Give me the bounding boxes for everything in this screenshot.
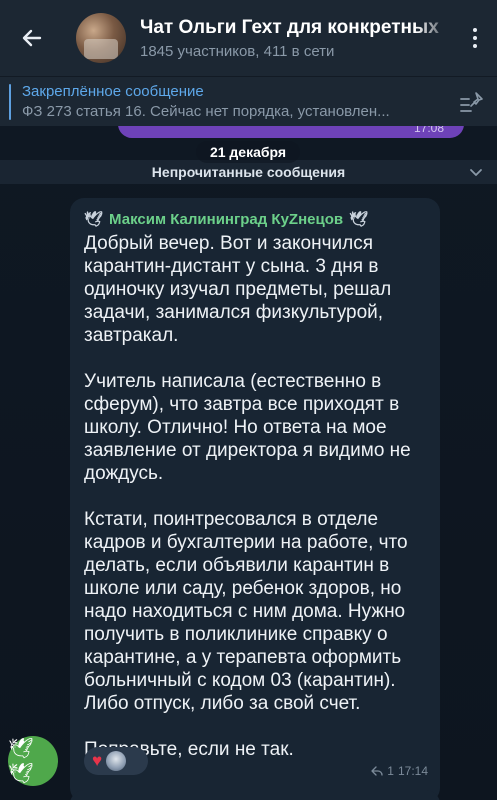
message-meta: 1 17:14 xyxy=(371,764,428,778)
reaction-chip[interactable]: ♥ xyxy=(84,747,148,775)
back-button[interactable] xyxy=(0,0,64,76)
chat-header: Чат Ольги Гехт для конкретных 1845 участ… xyxy=(0,0,497,76)
unread-messages-divider: Непрочитанные сообщения xyxy=(0,160,497,184)
pinned-content: Закреплённое сообщение ФЗ 273 статья 16.… xyxy=(22,83,442,120)
heart-icon: ♥ xyxy=(92,751,103,770)
chat-title: Чат Ольги Гехт для конкретных xyxy=(140,16,439,38)
reactor-avatar xyxy=(106,751,127,771)
sender-name: Максим Калининград КуZнецов xyxy=(109,210,344,228)
unread-label: Непрочитанные сообщения xyxy=(151,164,346,180)
pinned-message-bar[interactable]: Закреплённое сообщение ФЗ 273 статья 16.… xyxy=(0,76,497,126)
message-text: Добрый вечер. Вот и закончился карантин-… xyxy=(84,233,411,760)
more-menu-button[interactable] xyxy=(453,0,497,76)
pinned-title: Закреплённое сообщение xyxy=(22,83,204,100)
arrow-left-icon xyxy=(22,29,42,47)
message-list[interactable]: 17:08 Непрочитанные сообщения 21 декабря… xyxy=(0,126,497,800)
more-vertical-icon-dot xyxy=(473,36,477,40)
sender-avatar[interactable]: 🕊🕊 xyxy=(8,736,58,786)
previous-own-message[interactable]: 17:08 xyxy=(118,126,464,138)
dove-emoji-icon: 🕊🕊 xyxy=(8,738,34,785)
chat-avatar[interactable] xyxy=(76,13,126,63)
dove-emoji-icon: 🕊 xyxy=(349,211,369,228)
more-vertical-icon-dot xyxy=(473,44,477,48)
chevron-down-icon[interactable] xyxy=(469,165,483,179)
sender-name-row[interactable]: 🕊 Максим Калининград КуZнецов 🕊 xyxy=(84,210,369,229)
pinned-accent-line xyxy=(9,84,11,120)
date-separator: 21 декабря xyxy=(196,141,300,163)
more-vertical-icon xyxy=(473,28,477,32)
pin-list-icon[interactable] xyxy=(459,90,485,114)
chat-title-block[interactable]: Чат Ольги Гехт для конкретных 1845 участ… xyxy=(140,17,453,60)
next-message-bubble[interactable] xyxy=(70,790,440,800)
message-bubble[interactable]: 🕊 Максим Калининград КуZнецов 🕊 Добрый в… xyxy=(70,198,440,800)
message-time: 17:14 xyxy=(397,764,428,778)
reply-icon xyxy=(371,766,383,776)
previous-message-time: 17:08 xyxy=(413,126,444,135)
reply-count: 1 xyxy=(387,764,394,778)
pinned-text: ФЗ 273 статья 16. Сейчас нет порядка, ус… xyxy=(22,103,390,120)
chat-member-count: 1845 участников, 411 в сети xyxy=(140,42,335,60)
dove-emoji-icon: 🕊 xyxy=(84,211,104,228)
